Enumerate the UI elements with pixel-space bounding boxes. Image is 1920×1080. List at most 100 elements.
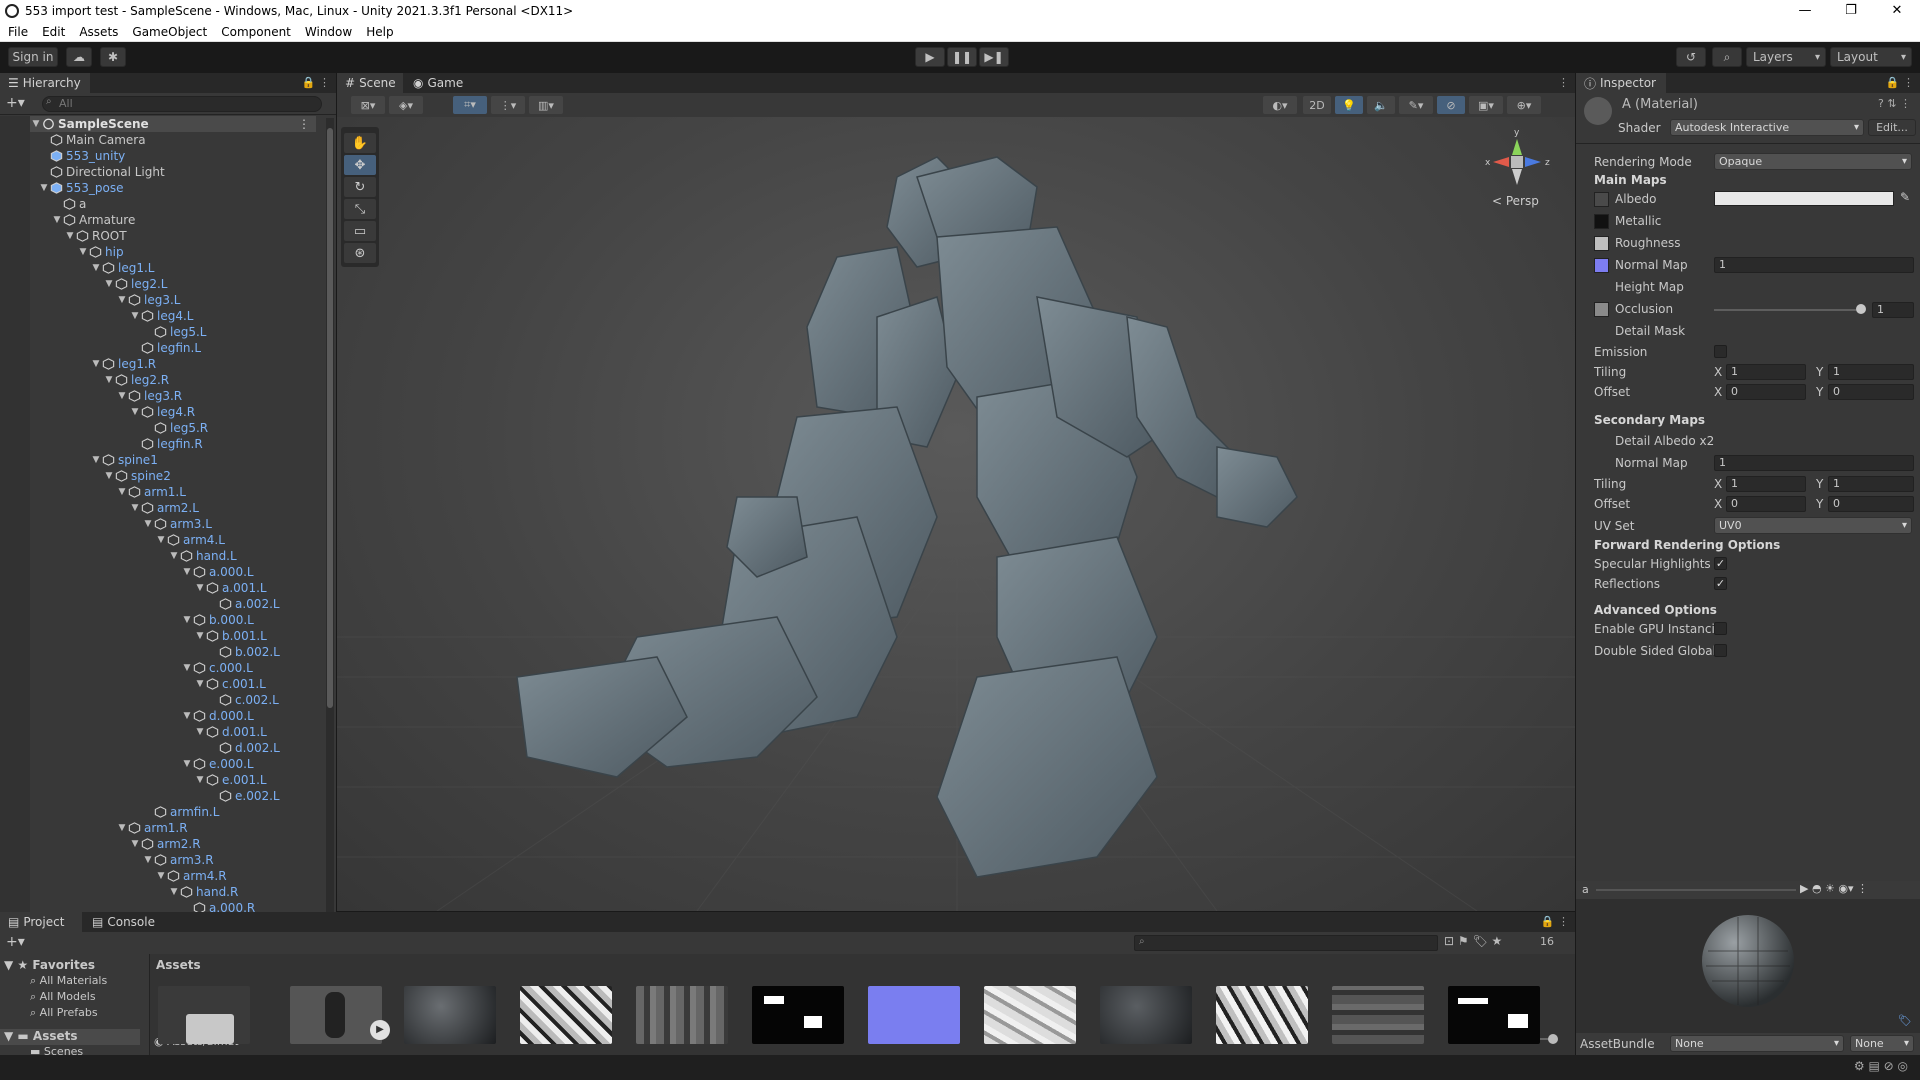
expand-arrow-icon[interactable]: ▼ <box>168 887 180 897</box>
edit-shader-button[interactable]: Edit... <box>1868 119 1916 136</box>
albedo-color-field[interactable] <box>1714 191 1894 206</box>
expand-arrow-icon[interactable]: ▼ <box>103 279 115 289</box>
asset-tile-texture-5[interactable] <box>1216 986 1308 1044</box>
gizmo-neg-y-icon[interactable] <box>1512 169 1522 185</box>
normal-map-texture-slot[interactable] <box>1594 257 1609 273</box>
close-button[interactable]: ✕ <box>1874 0 1920 22</box>
secondary-tiling-x-input[interactable]: 1 <box>1726 476 1806 492</box>
hierarchy-item[interactable]: b.002.L <box>207 644 280 660</box>
occlusion-texture-slot[interactable] <box>1594 301 1609 317</box>
hierarchy-item[interactable]: ▼ arm2.R <box>129 836 201 852</box>
hierarchy-item[interactable]: ▼ spine1 <box>90 452 158 468</box>
emission-checkbox[interactable] <box>1714 345 1727 358</box>
asset-tile-texture-3[interactable] <box>752 986 844 1044</box>
expand-arrow-icon[interactable]: ▼ <box>194 679 206 689</box>
menu-edit[interactable]: Edit <box>42 25 65 39</box>
hierarchy-item[interactable]: ▼ ROOT <box>64 228 127 244</box>
specular-highlights-checkbox[interactable]: ✓ <box>1714 557 1727 570</box>
hierarchy-item[interactable]: ▼ b.000.L <box>181 612 254 628</box>
main-tiling-x-input[interactable]: 1 <box>1726 364 1806 380</box>
detail-albedo-texture-slot[interactable] <box>1594 433 1609 449</box>
albedo-texture-slot[interactable] <box>1594 191 1609 207</box>
gpu-instancing-checkbox[interactable] <box>1714 622 1727 635</box>
2d-toggle[interactable]: 2D <box>1303 96 1331 114</box>
menu-help[interactable]: Help <box>366 25 393 39</box>
rotate-tool-icon[interactable]: ↻ <box>344 177 376 197</box>
tab-hierarchy[interactable]: ☰ Hierarchy <box>0 73 90 93</box>
expand-arrow-icon[interactable]: ▼ <box>129 503 141 513</box>
lock-icon[interactable]: 🔒 ⋮ <box>302 76 330 89</box>
hierarchy-search-input[interactable]: All <box>42 96 322 112</box>
filter-icons[interactable]: ⊡ ⚑ 🏷 ★ <box>1444 934 1502 948</box>
hierarchy-item[interactable]: leg5.R <box>142 420 208 436</box>
favorite-all-materials[interactable]: ⌕ All Materials <box>30 974 107 988</box>
hierarchy-item[interactable]: armfin.L <box>142 804 219 820</box>
search-icon[interactable]: ⌕ <box>1712 47 1742 67</box>
hierarchy-item[interactable]: c.002.L <box>207 692 279 708</box>
tab-inspector[interactable]: ⓘ Inspector <box>1576 73 1666 93</box>
hierarchy-item[interactable]: ▼ leg1.R <box>90 356 157 372</box>
roughness-texture-slot[interactable] <box>1594 235 1609 251</box>
camera-dropdown[interactable]: ▣▾ <box>1469 96 1503 114</box>
asset-tile-texture-1[interactable] <box>520 986 612 1044</box>
assets-folder[interactable]: ▼ ▬ Assets <box>0 1029 140 1045</box>
main-offset-y-input[interactable]: 0 <box>1828 384 1914 400</box>
expand-arrow-icon[interactable]: ▼ <box>181 759 193 769</box>
pause-button[interactable]: ❚❚ <box>947 47 977 67</box>
hierarchy-item[interactable]: ▼ arm3.R <box>142 852 214 868</box>
hierarchy-item[interactable]: ▼ c.001.L <box>194 676 266 692</box>
project-breadcrumb[interactable]: Assets <box>156 958 201 972</box>
gizmos-dropdown[interactable]: ⊕▾ <box>1507 96 1541 114</box>
hierarchy-item[interactable]: ▼ Armature <box>51 212 136 228</box>
hierarchy-item[interactable]: ▼ leg1.L <box>90 260 155 276</box>
expand-arrow-icon[interactable]: ▼ <box>194 631 206 641</box>
add-icon[interactable]: +▾ <box>6 934 25 950</box>
asset-tile-material-2[interactable] <box>1100 986 1192 1044</box>
expand-arrow-icon[interactable]: ▼ <box>38 183 50 193</box>
metallic-texture-slot[interactable] <box>1594 213 1609 229</box>
expand-arrow-icon[interactable]: ▼ <box>103 375 115 385</box>
hierarchy-item[interactable]: ▼ leg2.L <box>103 276 168 292</box>
hierarchy-item[interactable]: ▼ arm2.L <box>129 500 199 516</box>
hierarchy-item[interactable]: a.002.L <box>207 596 280 612</box>
scale-tool-icon[interactable]: ⤡ <box>344 199 376 219</box>
scene-viewport[interactable]: ✋ ✥ ↻ ⤡ ▭ ⊛ y x z < Persp <box>337 117 1575 911</box>
hierarchy-item[interactable]: ▼ spine2 <box>103 468 171 484</box>
expand-arrow-icon[interactable]: ▼ <box>194 775 206 785</box>
hierarchy-item[interactable]: ▼ d.000.L <box>181 708 254 724</box>
hierarchy-item[interactable]: legfin.L <box>129 340 201 356</box>
expand-arrow-icon[interactable]: ▼ <box>90 263 102 273</box>
align-dropdown[interactable]: ▥▾ <box>529 96 563 114</box>
hierarchy-item[interactable]: Main Camera <box>38 132 146 148</box>
main-offset-x-input[interactable]: 0 <box>1726 384 1806 400</box>
draw-mode-dropdown[interactable]: ⊠▾ <box>351 96 385 114</box>
hierarchy-item[interactable]: ▼ leg3.L <box>116 292 181 308</box>
expand-arrow-icon[interactable]: ▼ <box>155 871 167 881</box>
hierarchy-item[interactable]: ▼ arm1.R <box>116 820 188 836</box>
more-icon[interactable]: ⋮ <box>1558 76 1569 89</box>
shader-dropdown[interactable]: Autodesk Interactive <box>1670 119 1864 136</box>
expand-arrow-icon[interactable]: ▼ <box>181 663 193 673</box>
expand-arrow-icon[interactable]: ▼ <box>168 551 180 561</box>
hierarchy-scrollbar[interactable] <box>326 118 334 913</box>
double-sided-gi-checkbox[interactable] <box>1714 644 1727 657</box>
tab-console[interactable]: ▤ Console <box>84 912 166 932</box>
asset-tile-material[interactable] <box>404 986 496 1044</box>
play-preview-icon[interactable]: ▶ <box>370 1020 390 1040</box>
rect-tool-icon[interactable]: ▭ <box>344 221 376 241</box>
step-button[interactable]: ▶❚ <box>979 47 1009 67</box>
expand-arrow-icon[interactable]: ▼ <box>194 583 206 593</box>
normal-map-scale-input[interactable]: 1 <box>1714 257 1914 273</box>
hierarchy-item[interactable]: ▼ arm1.L <box>116 484 186 500</box>
hierarchy-item[interactable]: ▼ 553_pose <box>38 180 124 196</box>
hierarchy-item[interactable]: d.002.L <box>207 740 280 756</box>
lighting-toggle[interactable]: 💡 <box>1335 96 1363 114</box>
secondary-normal-texture-slot[interactable] <box>1594 455 1609 471</box>
hierarchy-item[interactable]: ▼ a.000.L <box>181 564 254 580</box>
collab-icon[interactable]: ✱ <box>100 47 126 67</box>
favorites-header[interactable]: ▼ ★ Favorites <box>4 958 95 972</box>
tab-project[interactable]: ▤ Project <box>0 912 82 932</box>
expand-arrow-icon[interactable]: ▼ <box>77 247 89 257</box>
secondary-tiling-y-input[interactable]: 1 <box>1828 476 1914 492</box>
hidden-objects-toggle[interactable]: ⊘ <box>1437 96 1465 114</box>
